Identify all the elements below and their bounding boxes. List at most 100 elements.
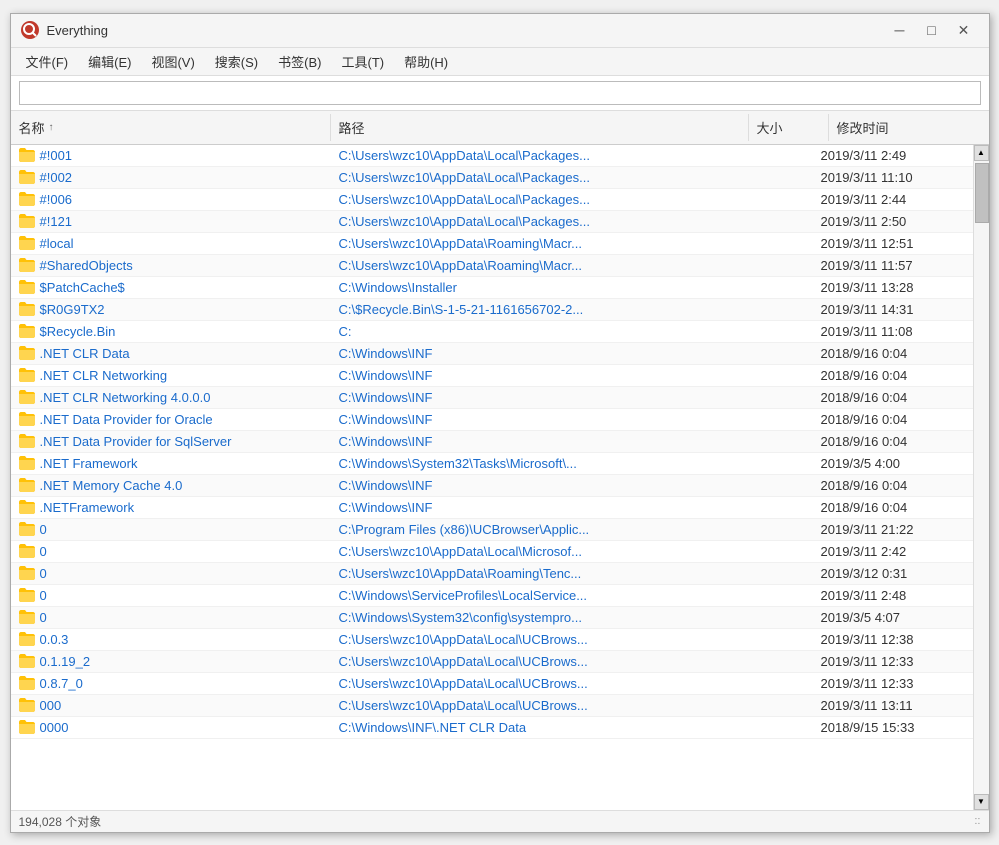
title-bar: Everything ─ □ ✕ (11, 14, 989, 48)
cell-path: C:\Users\wzc10\AppData\Roaming\Macr... (331, 233, 733, 254)
folder-icon (19, 280, 35, 294)
folder-icon (19, 324, 35, 338)
table-row[interactable]: #!121 C:\Users\wzc10\AppData\Local\Packa… (11, 211, 973, 233)
scroll-thumb[interactable] (975, 163, 989, 223)
table-row[interactable]: .NET Framework C:\Windows\System32\Tasks… (11, 453, 973, 475)
cell-name: 0.8.7_0 (11, 673, 331, 694)
scroll-down-button[interactable]: ▼ (974, 794, 989, 810)
table-row[interactable]: 0.0.3 C:\Users\wzc10\AppData\Local\UCBro… (11, 629, 973, 651)
table-row[interactable]: #!001 C:\Users\wzc10\AppData\Local\Packa… (11, 145, 973, 167)
table-row[interactable]: 0.8.7_0 C:\Users\wzc10\AppData\Local\UCB… (11, 673, 973, 695)
folder-icon (19, 170, 35, 184)
folder-icon (19, 610, 35, 624)
cell-date: 2018/9/16 0:04 (813, 475, 973, 496)
cell-name: 0000 (11, 717, 331, 738)
cell-date: 2019/3/5 4:07 (813, 607, 973, 628)
table-row[interactable]: .NET Data Provider for SqlServer C:\Wind… (11, 431, 973, 453)
scroll-track[interactable] (974, 161, 989, 794)
cell-date: 2019/3/5 4:00 (813, 453, 973, 474)
folder-icon (19, 720, 35, 734)
cell-size (733, 218, 813, 224)
table-body: #!001 C:\Users\wzc10\AppData\Local\Packa… (11, 145, 973, 810)
cell-name: 0 (11, 541, 331, 562)
cell-date: 2019/3/11 11:57 (813, 255, 973, 276)
cell-size (733, 548, 813, 554)
table-row[interactable]: #!002 C:\Users\wzc10\AppData\Local\Packa… (11, 167, 973, 189)
cell-path: C:\Users\wzc10\AppData\Roaming\Tenc... (331, 563, 733, 584)
folder-icon (19, 258, 35, 272)
cell-path: C:\Users\wzc10\AppData\Local\Packages... (331, 167, 733, 188)
table-row[interactable]: .NET Data Provider for Oracle C:\Windows… (11, 409, 973, 431)
cell-size (733, 350, 813, 356)
cell-date: 2019/3/11 13:11 (813, 695, 973, 716)
folder-icon (19, 456, 35, 470)
cell-name: #!006 (11, 189, 331, 210)
cell-name: #SharedObjects (11, 255, 331, 276)
table-row[interactable]: #!006 C:\Users\wzc10\AppData\Local\Packa… (11, 189, 973, 211)
cell-size (733, 724, 813, 730)
table-row[interactable]: .NET Memory Cache 4.0 C:\Windows\INF 201… (11, 475, 973, 497)
table-row[interactable]: #SharedObjects C:\Users\wzc10\AppData\Ro… (11, 255, 973, 277)
cell-path: C:\$Recycle.Bin\S-1-5-21-1161656702-2... (331, 299, 733, 320)
table-row[interactable]: 0 C:\Users\wzc10\AppData\Roaming\Tenc...… (11, 563, 973, 585)
cell-date: 2019/3/11 13:28 (813, 277, 973, 298)
table-row[interactable]: $Recycle.Bin C: 2019/3/11 11:08 (11, 321, 973, 343)
cell-path: C:\Users\wzc10\AppData\Local\Packages... (331, 145, 733, 166)
cell-path: C:\Windows\ServiceProfiles\LocalService.… (331, 585, 733, 606)
cell-size (733, 372, 813, 378)
folder-icon (19, 632, 35, 646)
table-row[interactable]: 0 C:\Windows\ServiceProfiles\LocalServic… (11, 585, 973, 607)
table-row[interactable]: $PatchCache$ C:\Windows\Installer 2019/3… (11, 277, 973, 299)
cell-date: 2019/3/11 21:22 (813, 519, 973, 540)
table-row[interactable]: 0 C:\Users\wzc10\AppData\Local\Microsof.… (11, 541, 973, 563)
close-button[interactable]: ✕ (949, 19, 979, 41)
menu-tools[interactable]: 工具(T) (331, 49, 394, 74)
cell-name: #!121 (11, 211, 331, 232)
table-row[interactable]: 0 C:\Program Files (x86)\UCBrowser\Appli… (11, 519, 973, 541)
cell-size (733, 394, 813, 400)
cell-date: 2018/9/16 0:04 (813, 497, 973, 518)
table-row[interactable]: .NETFramework C:\Windows\INF 2018/9/16 0… (11, 497, 973, 519)
table-row[interactable]: .NET CLR Data C:\Windows\INF 2018/9/16 0… (11, 343, 973, 365)
search-input[interactable] (19, 81, 981, 105)
folder-icon (19, 390, 35, 404)
column-size[interactable]: 大小 (749, 114, 829, 141)
table-row[interactable]: 000 C:\Users\wzc10\AppData\Local\UCBrows… (11, 695, 973, 717)
minimize-button[interactable]: ─ (885, 19, 915, 41)
cell-name: $R0G9TX2 (11, 299, 331, 320)
cell-size (733, 438, 813, 444)
menu-file[interactable]: 文件(F) (16, 49, 79, 74)
table-row[interactable]: 0.1.19_2 C:\Users\wzc10\AppData\Local\UC… (11, 651, 973, 673)
cell-size (733, 152, 813, 158)
cell-size (733, 702, 813, 708)
table-header: 名称 ↑ 路径 大小 修改时间 (11, 111, 989, 145)
scroll-up-button[interactable]: ▲ (974, 145, 989, 161)
menu-edit[interactable]: 编辑(E) (78, 49, 141, 74)
menu-search[interactable]: 搜索(S) (205, 49, 268, 74)
cell-path: C:\Users\wzc10\AppData\Local\Microsof... (331, 541, 733, 562)
column-modified[interactable]: 修改时间 (829, 114, 989, 141)
table-container: 名称 ↑ 路径 大小 修改时间 #!001 C:\User (11, 111, 989, 810)
table-row[interactable]: 0 C:\Windows\System32\config\systempro..… (11, 607, 973, 629)
cell-date: 2019/3/11 12:33 (813, 673, 973, 694)
cell-path: C:\Users\wzc10\AppData\Local\UCBrows... (331, 695, 733, 716)
cell-size (733, 482, 813, 488)
column-path[interactable]: 路径 (331, 114, 749, 141)
cell-path: C:\Users\wzc10\AppData\Local\Packages... (331, 211, 733, 232)
cell-name: $Recycle.Bin (11, 321, 331, 342)
menu-view[interactable]: 视图(V) (141, 49, 204, 74)
scrollbar[interactable]: ▲ ▼ (973, 145, 989, 810)
menu-bookmarks[interactable]: 书签(B) (268, 49, 331, 74)
folder-icon (19, 214, 35, 228)
column-name[interactable]: 名称 ↑ (11, 114, 331, 141)
folder-icon (19, 346, 35, 360)
table-row[interactable]: .NET CLR Networking C:\Windows\INF 2018/… (11, 365, 973, 387)
table-row[interactable]: #local C:\Users\wzc10\AppData\Roaming\Ma… (11, 233, 973, 255)
table-row[interactable]: $R0G9TX2 C:\$Recycle.Bin\S-1-5-21-116165… (11, 299, 973, 321)
maximize-button[interactable]: □ (917, 19, 947, 41)
table-row[interactable]: .NET CLR Networking 4.0.0.0 C:\Windows\I… (11, 387, 973, 409)
menu-help[interactable]: 帮助(H) (394, 49, 458, 74)
table-row[interactable]: 0000 C:\Windows\INF\.NET CLR Data 2018/9… (11, 717, 973, 739)
cell-date: 2019/3/12 0:31 (813, 563, 973, 584)
cell-date: 2019/3/11 2:42 (813, 541, 973, 562)
